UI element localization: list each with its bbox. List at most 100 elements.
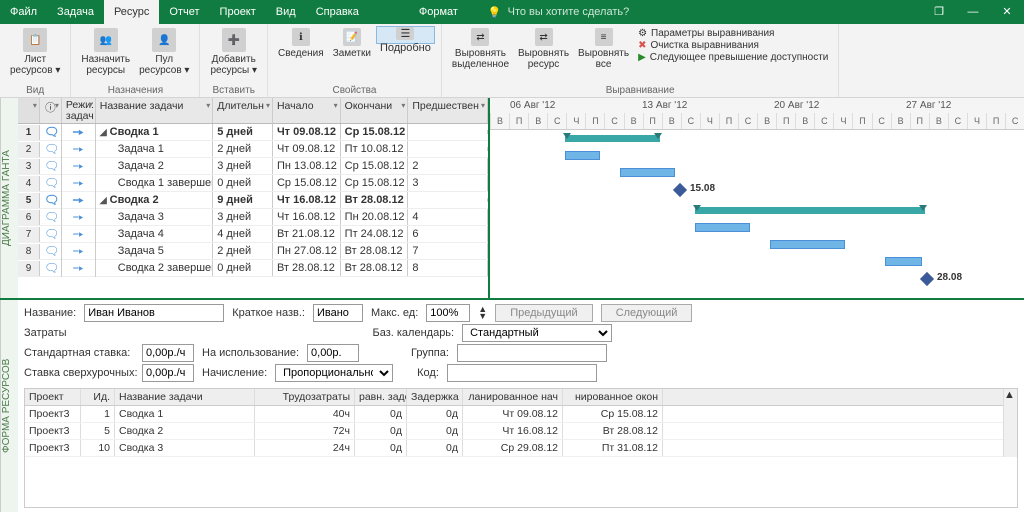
assignment-row[interactable]: Проект310Сводка 324ч0д0дСр 29.08.12Пт 31…	[25, 440, 1003, 457]
group-assign-label: Назначения	[77, 85, 193, 97]
week-label: 06 Авг '12	[510, 100, 555, 111]
window-minimize-icon[interactable]: —	[956, 0, 990, 24]
tab-project[interactable]: Проект	[210, 0, 266, 24]
col-index[interactable]	[18, 98, 40, 123]
next-button[interactable]: Следующий	[601, 304, 693, 322]
calendar-select[interactable]: Стандартный	[462, 324, 612, 342]
task-bar[interactable]	[885, 257, 922, 266]
col-taskname[interactable]: Название задачи	[96, 98, 213, 123]
subcol-ldelay[interactable]: равн. задерх	[355, 389, 407, 405]
week-label: 13 Авг '12	[642, 100, 687, 111]
day-cell: В	[929, 113, 948, 129]
task-row[interactable]: 1🗨⎯▸◢Сводка 15 днейЧт 09.08.12Ср 15.08.1…	[18, 124, 488, 141]
milestone[interactable]	[920, 272, 934, 286]
subcol-project[interactable]: Проект	[25, 389, 81, 405]
subcol-pfin[interactable]: нированное окон	[563, 389, 663, 405]
subcol-work[interactable]: Трудозатраты	[255, 389, 355, 405]
window-close-icon[interactable]: ✕	[990, 0, 1024, 24]
info-icon: ℹ	[292, 28, 310, 46]
gantt-chart[interactable]: 06 Авг '1213 Авг '1220 Авг '1227 Авг '12…	[490, 98, 1024, 298]
notes-button[interactable]: 📝 Заметки	[329, 26, 375, 85]
task-row[interactable]: 9🗨⎯▸Сводка 2 завершена0 днейВт 28.08.12В…	[18, 260, 488, 277]
subcol-id[interactable]: Ид.	[81, 389, 115, 405]
auto-schedule-icon: ⎯▸	[73, 194, 83, 206]
col-finish[interactable]: Окончани	[341, 98, 409, 123]
tab-help[interactable]: Справка	[306, 0, 369, 24]
scrollbar[interactable]: ▲	[1003, 389, 1017, 457]
name-input[interactable]	[84, 304, 224, 322]
spinner-icon[interactable]: ▲▼	[478, 306, 487, 320]
max-label: Макс. ед:	[371, 307, 418, 319]
tab-report[interactable]: Отчет	[159, 0, 209, 24]
task-row[interactable]: 2🗨⎯▸Задача 12 днейЧт 09.08.12Пт 10.08.12	[18, 141, 488, 158]
leveling-options-button[interactable]: ⚙Параметры выравнивания	[638, 28, 828, 39]
task-row[interactable]: 6🗨⎯▸Задача 33 днейЧт 16.08.12Пн 20.08.12…	[18, 209, 488, 226]
information-button[interactable]: ℹ Сведения	[274, 26, 328, 85]
day-cell: П	[719, 113, 738, 129]
tab-file[interactable]: Файл	[0, 0, 47, 24]
task-row[interactable]: 8🗨⎯▸Задача 52 днейПн 27.08.12Вт 28.08.12…	[18, 243, 488, 260]
std-rate-input[interactable]	[142, 344, 194, 362]
info-indicator-icon: 🗨	[44, 261, 59, 275]
col-start[interactable]: Начало	[273, 98, 341, 123]
col-info[interactable]: ⓘ	[40, 98, 62, 123]
day-cell: С	[547, 113, 566, 129]
auto-schedule-icon: ⎯▸	[73, 126, 83, 138]
task-bar[interactable]	[695, 223, 750, 232]
subcol-pstart[interactable]: ланированное нач	[463, 389, 563, 405]
level-resource-button[interactable]: ⇄ Выровнять ресурс	[514, 26, 573, 85]
code-input[interactable]	[447, 364, 597, 382]
resource-pool-button[interactable]: 👤 Пул ресурсов ▾	[135, 26, 193, 85]
subcol-delay[interactable]: Задержка	[407, 389, 463, 405]
assignment-row[interactable]: Проект35Сводка 272ч0д0дЧт 16.08.12Вт 28.…	[25, 423, 1003, 440]
accrual-label: Начисление:	[202, 367, 267, 379]
task-bar[interactable]	[770, 240, 845, 249]
level-all-icon: ≡	[595, 28, 613, 46]
info-indicator-icon: 🗨	[44, 210, 59, 224]
col-duration[interactable]: Длительн	[213, 98, 273, 123]
next-overallocation-button[interactable]: ▶Следующее превышение доступности	[638, 52, 828, 63]
max-input[interactable]	[426, 304, 470, 322]
prev-button[interactable]: Предыдущий	[495, 304, 592, 322]
col-mode[interactable]: Режи: задач	[62, 98, 96, 123]
task-row[interactable]: 7🗨⎯▸Задача 44 днейВт 21.08.12Пт 24.08.12…	[18, 226, 488, 243]
task-row[interactable]: 5🗨⎯▸◢Сводка 29 днейЧт 16.08.12Вт 28.08.1…	[18, 192, 488, 209]
peruse-input[interactable]	[307, 344, 359, 362]
tellme-search[interactable]: 💡 Что вы хотите сделать?	[488, 0, 629, 24]
day-cell: С	[1005, 113, 1024, 129]
tab-view[interactable]: Вид	[266, 0, 306, 24]
milestone[interactable]	[673, 183, 687, 197]
task-bar[interactable]	[620, 168, 675, 177]
assignment-row[interactable]: Проект31Сводка 140ч0д0дЧт 09.08.12Ср 15.…	[25, 406, 1003, 423]
tab-task[interactable]: Задача	[47, 0, 104, 24]
level-selection-button[interactable]: ⇄ Выровнять выделенное	[448, 26, 513, 85]
summary-bar[interactable]	[695, 207, 925, 214]
day-cell: В	[490, 113, 509, 129]
tab-format[interactable]: Формат	[409, 0, 468, 24]
subcol-name[interactable]: Название задачи	[115, 389, 255, 405]
task-bar[interactable]	[565, 151, 600, 160]
clear-leveling-button[interactable]: ✖Очистка выравнивания	[638, 40, 828, 51]
task-row[interactable]: 4🗨⎯▸Сводка 1 завершена0 днейСр 15.08.12С…	[18, 175, 488, 192]
add-resources-button[interactable]: ➕ Добавить ресурсы ▾	[206, 26, 261, 85]
gear-icon: ⚙	[638, 28, 647, 39]
level-all-button[interactable]: ≡ Выровнять все	[574, 26, 633, 85]
auto-schedule-icon: ⎯▸	[73, 211, 83, 223]
details-icon: ☰	[396, 27, 414, 40]
accrual-select[interactable]: Пропорциональное	[275, 364, 393, 382]
ovt-rate-input[interactable]	[142, 364, 194, 382]
group-input[interactable]	[457, 344, 607, 362]
col-predecessors[interactable]: Предшествен	[408, 98, 488, 123]
assign-resources-button[interactable]: 👥 Назначить ресурсы	[77, 26, 134, 85]
short-input[interactable]	[313, 304, 363, 322]
window-restore-icon[interactable]: ❐	[922, 0, 956, 24]
details-button[interactable]: ☰ Подробно	[376, 26, 435, 44]
resource-sheet-icon: 📋	[23, 28, 47, 52]
summary-bar[interactable]	[565, 135, 660, 142]
tab-resource[interactable]: Ресурс	[104, 0, 159, 24]
short-label: Краткое назв.:	[232, 307, 305, 319]
task-row[interactable]: 3🗨⎯▸Задача 23 днейПн 13.08.12Ср 15.08.12…	[18, 158, 488, 175]
resource-sheet-button[interactable]: 📋 Лист ресурсов ▾	[6, 26, 64, 85]
day-cell: Ч	[967, 113, 986, 129]
notes-icon: 📝	[343, 28, 361, 46]
